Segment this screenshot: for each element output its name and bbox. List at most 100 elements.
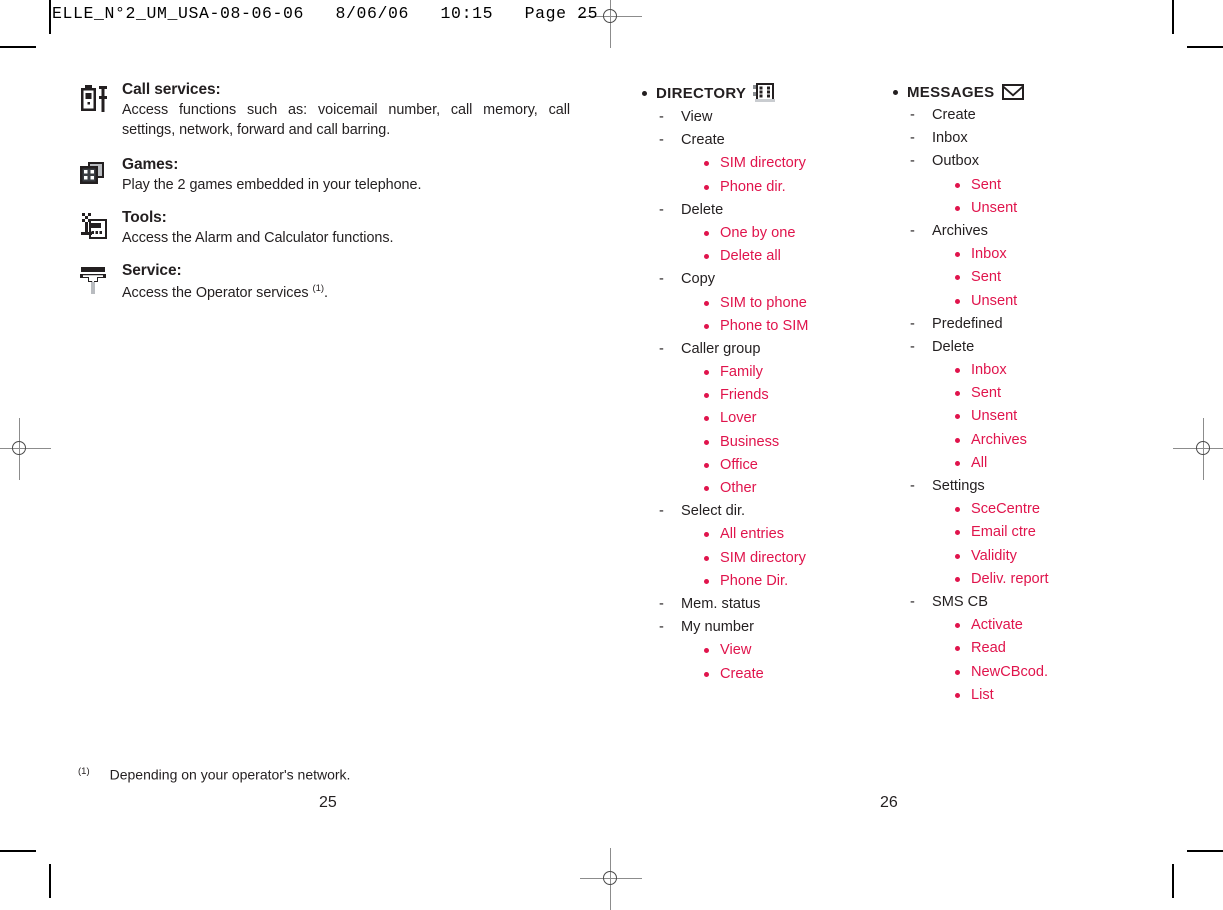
submenu-list: Sent Unsent (932, 176, 1049, 216)
submenu-list: One by one Delete all (681, 226, 808, 264)
submenu-item[interactable]: Unsent (954, 200, 1049, 216)
bullet-icon (704, 230, 709, 236)
submenu-item[interactable]: Delete all (703, 249, 808, 264)
submenu-list: Activate Read NewCBcod. List (932, 618, 1049, 702)
submenu-item[interactable]: Business (703, 434, 808, 450)
submenu-item-label: Email ctre (971, 524, 1036, 541)
submenu-item[interactable]: Phone dir. (703, 179, 808, 195)
feature-title: Tools: (122, 209, 167, 226)
crop-line-top-right-v (1172, 0, 1174, 34)
menu-item-label: Delete (681, 201, 724, 218)
menu-item-label: Predefined (932, 315, 1003, 332)
submenu-item[interactable]: Sent (954, 270, 1049, 285)
bullet-icon (955, 205, 960, 211)
bullet-icon (704, 648, 709, 654)
bullet-icon (704, 323, 709, 329)
footnote-text: Depending on your operator's network. (109, 766, 351, 783)
feature-call-services: Call services: Access functions such as:… (78, 80, 570, 141)
menu-item-label: View (681, 109, 713, 125)
submenu-item[interactable]: Phone to SIM (703, 318, 808, 334)
bullet-icon (955, 530, 960, 536)
menu-item[interactable]: - Copy SIM to phone Phone to SIM (659, 272, 808, 333)
submenu-item-label: NewCBcod. (971, 663, 1049, 680)
bullet-icon (955, 507, 960, 513)
menu-item[interactable]: - Delete Inbox Sent Unsent Archives All (910, 340, 1049, 471)
submenu-item[interactable]: Activate (954, 618, 1049, 633)
submenu-item[interactable]: NewCBcod. (954, 663, 1049, 680)
bullet-icon (893, 89, 898, 95)
submenu-item[interactable]: Unsent (954, 409, 1049, 424)
crop-line-bottom-right-h (1187, 850, 1223, 852)
menu-item[interactable]: - SMS CB Activate Read NewCBcod. List (910, 595, 1049, 702)
submenu-item[interactable]: Archives (954, 432, 1049, 448)
submenu-list: SIM directory Phone dir. (681, 156, 808, 194)
menu-item[interactable]: - My number View Create (659, 620, 808, 681)
menu-item[interactable]: - Delete One by one Delete all (659, 201, 808, 264)
submenu-item[interactable]: Deliv. report (954, 570, 1049, 587)
feature-title: Games: (122, 156, 179, 173)
page-left-25: Call services: Access functions such as:… (0, 0, 620, 898)
submenu-item[interactable]: SIM directory (703, 156, 808, 171)
submenu-item-label: SIM to phone (720, 294, 807, 311)
bullet-icon (642, 90, 647, 96)
bullet-icon (704, 555, 709, 561)
menu-item[interactable]: - Create SIM directory Phone dir. (659, 133, 808, 194)
menu-item[interactable]: - Mem. status (659, 597, 808, 612)
submenu-item[interactable]: SceCentre (954, 502, 1049, 517)
submenu-item[interactable]: List (954, 686, 1049, 703)
submenu-item-label: Create (720, 665, 764, 682)
submenu-item-label: Office (720, 456, 758, 473)
submenu-item[interactable]: Friends (703, 388, 808, 403)
submenu-item[interactable]: Phone Dir. (703, 573, 808, 589)
submenu-item[interactable]: Sent (954, 386, 1049, 401)
menu-item-label: Create (932, 107, 976, 123)
menu-item[interactable]: - Caller group Family Friends Lover Busin… (659, 342, 808, 496)
submenu-item-label: List (971, 686, 994, 703)
submenu-item-label: Sent (971, 176, 1002, 193)
envelope-icon (1001, 82, 1025, 102)
submenu-item-label: Inbox (971, 246, 1007, 263)
menu-item[interactable]: - Inbox (910, 131, 1049, 146)
submenu-item[interactable]: Create (703, 665, 808, 682)
submenu-item[interactable]: Unsent (954, 293, 1049, 309)
submenu-item[interactable]: All (954, 456, 1049, 471)
submenu-item-label: All (971, 454, 988, 471)
menu-item[interactable]: - View (659, 110, 808, 125)
menu-item-label: Create (681, 132, 725, 149)
submenu-item-label: All entries (720, 526, 785, 543)
bullet-icon (704, 532, 709, 538)
menu-item-label: Outbox (932, 153, 980, 170)
submenu-item[interactable]: View (703, 643, 808, 658)
submenu-item[interactable]: SIM directory (703, 550, 808, 566)
submenu-item[interactable]: SIM to phone (703, 294, 808, 311)
footnote: (1) Depending on your operator's network. (78, 766, 350, 783)
submenu-item[interactable]: Family (703, 365, 808, 380)
feature-description: Access the Alarm and Calculator function… (122, 230, 394, 247)
submenu-item[interactable]: Other (703, 481, 808, 496)
submenu-item-label: Deliv. report (971, 570, 1049, 587)
submenu-item[interactable]: Inbox (954, 363, 1049, 378)
submenu-item[interactable]: Email ctre (954, 525, 1049, 540)
submenu-item[interactable]: Validity (954, 547, 1049, 564)
menu-item[interactable]: - Predefined (910, 315, 1049, 332)
submenu-item[interactable]: Read (954, 641, 1049, 656)
submenu-item[interactable]: Inbox (954, 247, 1049, 262)
menu-column-directory: DIRECTORY - View - Create SIM directory Ph (642, 82, 808, 690)
bullet-icon (955, 437, 960, 443)
submenu-item-label: Validity (971, 547, 1017, 564)
menu-item[interactable]: - Create (910, 108, 1049, 123)
bullet-icon (704, 462, 709, 468)
menu-item-label: Select dir. (681, 503, 746, 520)
menu-item[interactable]: - Outbox Sent Unsent (910, 154, 1049, 215)
menu-item-label: My number (681, 619, 754, 636)
submenu-item[interactable]: Sent (954, 176, 1049, 193)
menu-item-label: Delete (932, 338, 975, 355)
submenu-item[interactable]: Lover (703, 411, 808, 426)
menu-item[interactable]: - Settings SceCentre Email ctre Validity … (910, 479, 1049, 586)
crop-line-top-right-h (1187, 46, 1223, 48)
submenu-item[interactable]: All entries (703, 527, 808, 542)
menu-item[interactable]: - Archives Inbox Sent Unsent (910, 224, 1049, 308)
submenu-item[interactable]: One by one (703, 226, 808, 241)
menu-item[interactable]: - Select dir. All entries SIM directory P… (659, 504, 808, 588)
submenu-item[interactable]: Office (703, 458, 808, 473)
